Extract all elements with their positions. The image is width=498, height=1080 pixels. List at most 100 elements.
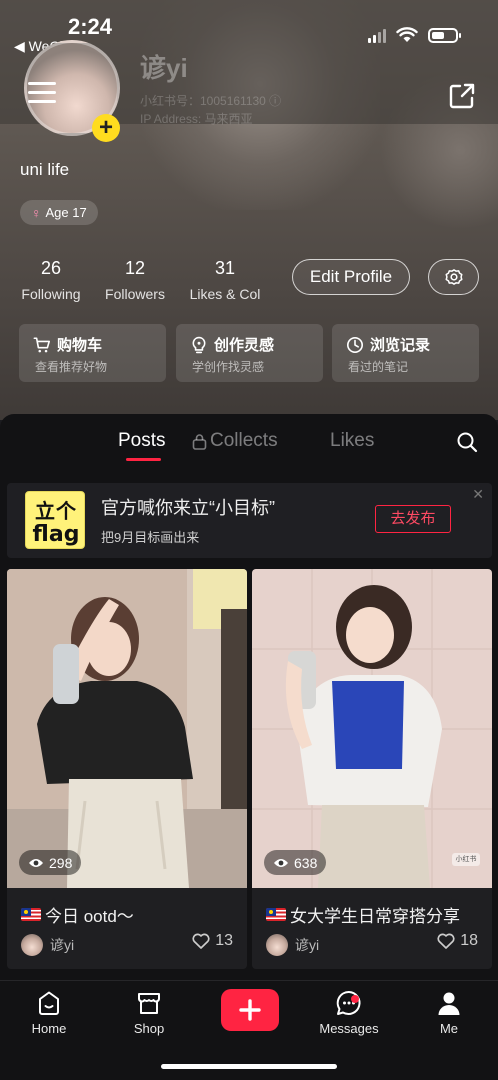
search-button[interactable] xyxy=(456,431,478,453)
eye-icon xyxy=(274,858,288,867)
wifi-icon xyxy=(396,27,418,42)
tab-posts[interactable]: Posts xyxy=(118,430,166,452)
post-photo-graphic xyxy=(7,569,247,888)
menu-icon-line xyxy=(28,82,56,85)
nav-me[interactable]: Me xyxy=(409,989,489,1036)
add-avatar-icon[interactable]: + xyxy=(92,114,120,142)
age-tag: ♀ Age 17 xyxy=(20,200,98,225)
username: 谚yi xyxy=(140,53,188,83)
user-id: 小红书号：1005161130 ⓘ xyxy=(140,94,282,108)
post-photo-graphic xyxy=(252,569,492,888)
author-name: 谚yi xyxy=(50,937,75,953)
quick-link-subtitle: 查看推荐好物 xyxy=(35,360,108,374)
bio: uni life xyxy=(20,160,70,179)
unread-dot xyxy=(351,995,359,1003)
stat-value: 12 xyxy=(124,258,146,278)
quick-link-history[interactable]: 浏览记录 看过的笔记 xyxy=(332,324,479,382)
clock-icon xyxy=(346,336,364,353)
status-icons xyxy=(368,27,461,43)
eye-icon xyxy=(29,858,43,867)
gear-icon xyxy=(445,269,462,285)
menu-icon-line xyxy=(28,100,56,103)
signal-icon xyxy=(368,27,386,43)
quick-link-title: 购物车 xyxy=(57,337,103,354)
tab-collects[interactable]: Collects xyxy=(192,430,278,452)
stat-label: Likes & Col xyxy=(189,286,261,302)
author-avatar xyxy=(21,934,43,956)
battery-icon xyxy=(428,27,461,43)
post-card[interactable]: 298 今日 ootd～ 谚yi 13 xyxy=(7,569,247,969)
quick-link-title: 创作灵感 xyxy=(214,337,275,354)
shop-icon xyxy=(138,993,160,1014)
share-button[interactable] xyxy=(448,82,476,110)
banner-title: 官方喊你来立“小目标” xyxy=(101,498,275,518)
tab-likes[interactable]: Likes xyxy=(330,430,374,452)
view-count-value: 298 xyxy=(49,854,73,871)
home-indicator xyxy=(161,1064,337,1069)
tab-collects-label: Collects xyxy=(210,430,278,451)
edit-profile-button[interactable]: Edit Profile xyxy=(292,259,410,295)
home-icon xyxy=(39,991,59,1015)
author-avatar xyxy=(266,934,288,956)
author-name: 谚yi xyxy=(295,937,320,953)
quick-link-cart[interactable]: 购物车 查看推荐好物 xyxy=(19,324,166,382)
quick-link-title: 浏览记录 xyxy=(370,337,431,354)
stat-following[interactable]: 26 Following xyxy=(19,258,83,302)
post-likes[interactable]: 18 xyxy=(437,932,478,950)
settings-button[interactable] xyxy=(428,259,479,295)
search-icon xyxy=(457,432,478,453)
malaysia-flag-icon xyxy=(266,908,286,921)
share-icon xyxy=(449,83,475,109)
bulb-icon xyxy=(192,336,206,353)
create-post-button[interactable] xyxy=(221,989,279,1031)
banner-close-icon[interactable]: ✕ xyxy=(472,486,484,503)
menu-icon-line xyxy=(28,91,56,94)
post-title: 女大学生日常穿搭分享 xyxy=(266,902,460,927)
post-author[interactable]: 谚yi xyxy=(266,934,319,956)
publish-button[interactable]: 去发布 xyxy=(375,505,451,533)
flag-logo-line1: 立个 xyxy=(35,501,77,523)
status-time: 2:24 xyxy=(68,14,113,39)
nav-shop[interactable]: Shop xyxy=(109,989,189,1036)
profile-header: 2:24 ◀ WeChat + 谚yi 小红书号：1005161130 ⓘ IP… xyxy=(0,0,498,420)
person-icon xyxy=(438,992,460,1015)
quick-link-subtitle: 看过的笔记 xyxy=(348,360,409,374)
menu-button[interactable] xyxy=(28,82,56,106)
stat-followers[interactable]: 12 Followers xyxy=(102,258,168,302)
stat-value: 31 xyxy=(214,258,236,278)
stat-label: Following xyxy=(21,286,81,302)
flag-logo-line2: flag xyxy=(32,522,80,547)
plus-icon xyxy=(239,999,261,1021)
age-label: Age 17 xyxy=(45,205,87,220)
nav-home-label: Home xyxy=(31,1021,67,1036)
goal-banner[interactable]: 立个 flag 官方喊你来立“小目标” 把9月目标画出来 去发布 ✕ xyxy=(7,483,492,558)
stat-label: Followers xyxy=(105,286,165,302)
post-author[interactable]: 谚yi xyxy=(21,934,74,956)
stat-likes-collects[interactable]: 31 Likes & Col xyxy=(186,258,264,302)
post-title-text: 女大学生日常穿搭分享 xyxy=(290,907,460,926)
lock-icon xyxy=(192,433,207,450)
ip-address: IP Address: 马来西亚 xyxy=(140,112,253,126)
quick-link-subtitle: 学创作找灵感 xyxy=(192,360,265,374)
chat-bubble-icon xyxy=(336,990,361,1015)
post-image xyxy=(7,569,247,888)
post-title-text: 今日 ootd～ xyxy=(45,907,134,926)
post-likes[interactable]: 13 xyxy=(192,932,233,950)
banner-subtitle: 把9月目标画出来 xyxy=(101,530,200,545)
profile-tabs: Posts Collects Likes xyxy=(0,414,498,470)
nav-shop-label: Shop xyxy=(133,1021,165,1036)
post-card[interactable]: 小红书 638 女大学生日常穿搭分享 谚yi 18 xyxy=(252,569,492,969)
view-count: 638 xyxy=(264,850,327,875)
nav-home[interactable]: Home xyxy=(9,989,89,1036)
likes-count: 18 xyxy=(460,932,478,949)
likes-count: 13 xyxy=(215,932,233,949)
active-tab-indicator xyxy=(126,458,161,461)
stat-value: 26 xyxy=(40,258,62,278)
quick-link-inspiration[interactable]: 创作灵感 学创作找灵感 xyxy=(176,324,323,382)
female-icon: ♀ xyxy=(31,204,42,221)
post-title: 今日 ootd～ xyxy=(21,902,134,927)
nav-messages[interactable]: Messages xyxy=(309,989,389,1036)
nav-messages-label: Messages xyxy=(319,1021,379,1036)
nav-me-label: Me xyxy=(439,1021,459,1036)
malaysia-flag-icon xyxy=(21,908,41,921)
